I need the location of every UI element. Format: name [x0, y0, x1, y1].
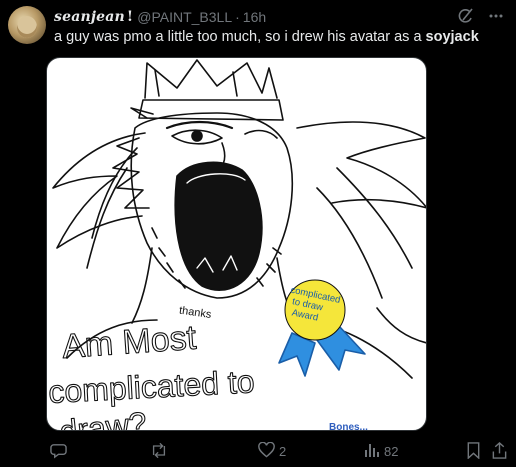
post-header: seanjean ! @PAINT_B3LL · 16h	[54, 8, 266, 26]
views-count: 82	[384, 444, 399, 459]
shirt-text-line3: draw?	[58, 405, 148, 431]
post-text-bold: soyjack	[425, 29, 479, 45]
bookmark-button[interactable]	[466, 442, 481, 462]
top-actions	[456, 6, 506, 26]
reply-button[interactable]	[50, 442, 71, 462]
like-count: 2	[279, 444, 287, 459]
repost-icon	[150, 442, 168, 462]
post-text: a guy was pmo a little too much, so i dr…	[54, 28, 479, 46]
avatar[interactable]	[8, 6, 46, 44]
views-button[interactable]: 82	[364, 442, 398, 461]
views-icon	[364, 442, 380, 461]
more-icon[interactable]	[486, 6, 506, 26]
separator: ·	[235, 9, 240, 25]
bookmark-icon	[466, 442, 481, 462]
post-text-main: a guy was pmo a little too much, so i dr…	[54, 29, 426, 45]
like-button[interactable]: 2	[258, 441, 287, 461]
display-name-suffix: !	[126, 9, 134, 25]
repost-button[interactable]	[150, 442, 172, 462]
shirt-text-line1: Am Most	[61, 319, 198, 366]
reply-icon	[50, 442, 67, 462]
post-image[interactable]: thanks Am Most complicated to draw? comp…	[46, 57, 427, 431]
display-name[interactable]: seanjean	[54, 9, 125, 25]
timestamp[interactable]: 16h	[243, 9, 266, 25]
like-icon	[258, 441, 275, 461]
share-icon	[492, 441, 507, 462]
corner-text: Bones...	[329, 422, 368, 431]
shirt-text-line2: complicated to	[47, 363, 255, 410]
soyjack-drawing: thanks Am Most complicated to draw? comp…	[47, 59, 426, 431]
post[interactable]: seanjean ! @PAINT_B3LL · 16h a guy was p…	[0, 0, 516, 467]
handle[interactable]: @PAINT_B3LL	[137, 9, 232, 25]
action-bar: 2 82	[46, 441, 507, 464]
share-button[interactable]	[492, 441, 507, 462]
grok-icon[interactable]	[456, 6, 476, 26]
